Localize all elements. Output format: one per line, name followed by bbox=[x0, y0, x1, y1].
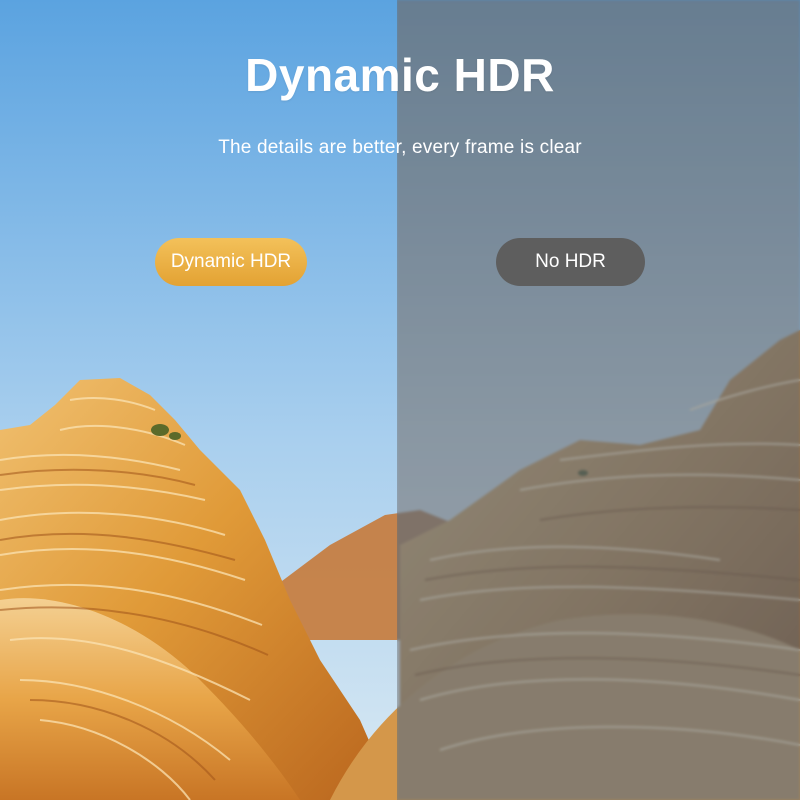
no-hdr-filter-overlay bbox=[397, 0, 800, 800]
no-hdr-label: No HDR bbox=[496, 238, 645, 286]
headline: Dynamic HDR bbox=[245, 49, 555, 101]
subheadline: The details are better, every frame is c… bbox=[218, 137, 582, 158]
comparison-photo bbox=[0, 0, 800, 800]
dynamic-hdr-label: Dynamic HDR bbox=[155, 238, 307, 286]
